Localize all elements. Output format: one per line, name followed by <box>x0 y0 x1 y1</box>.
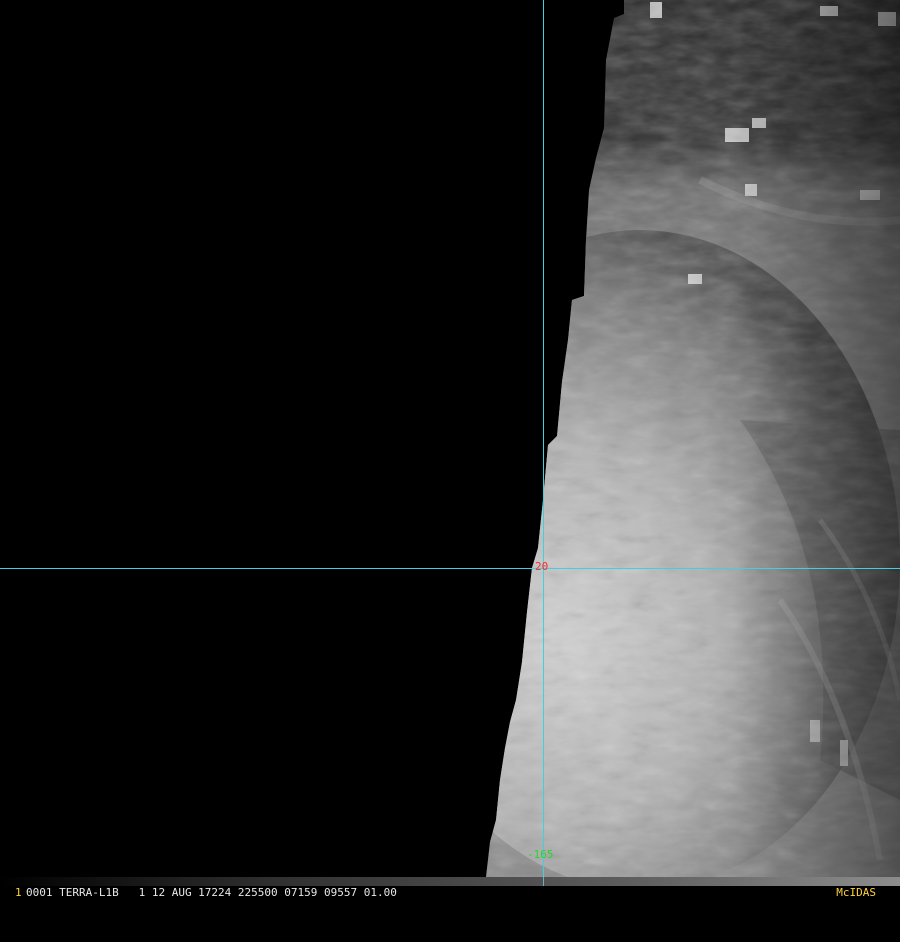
latitude-label: 20 <box>535 560 549 573</box>
mcidas-brand-label: McIDAS <box>836 886 876 899</box>
frame-number: 1 <box>15 886 22 899</box>
longitude-label: -165 <box>527 848 554 861</box>
status-bar: 1 0001 TERRA-L1B 1 12 AUG 17224 225500 0… <box>0 886 900 900</box>
satellite-image <box>0 0 900 900</box>
gray-scale-bar <box>0 877 900 886</box>
image-metadata-text: 0001 TERRA-L1B 1 12 AUG 17224 225500 071… <box>26 886 397 899</box>
